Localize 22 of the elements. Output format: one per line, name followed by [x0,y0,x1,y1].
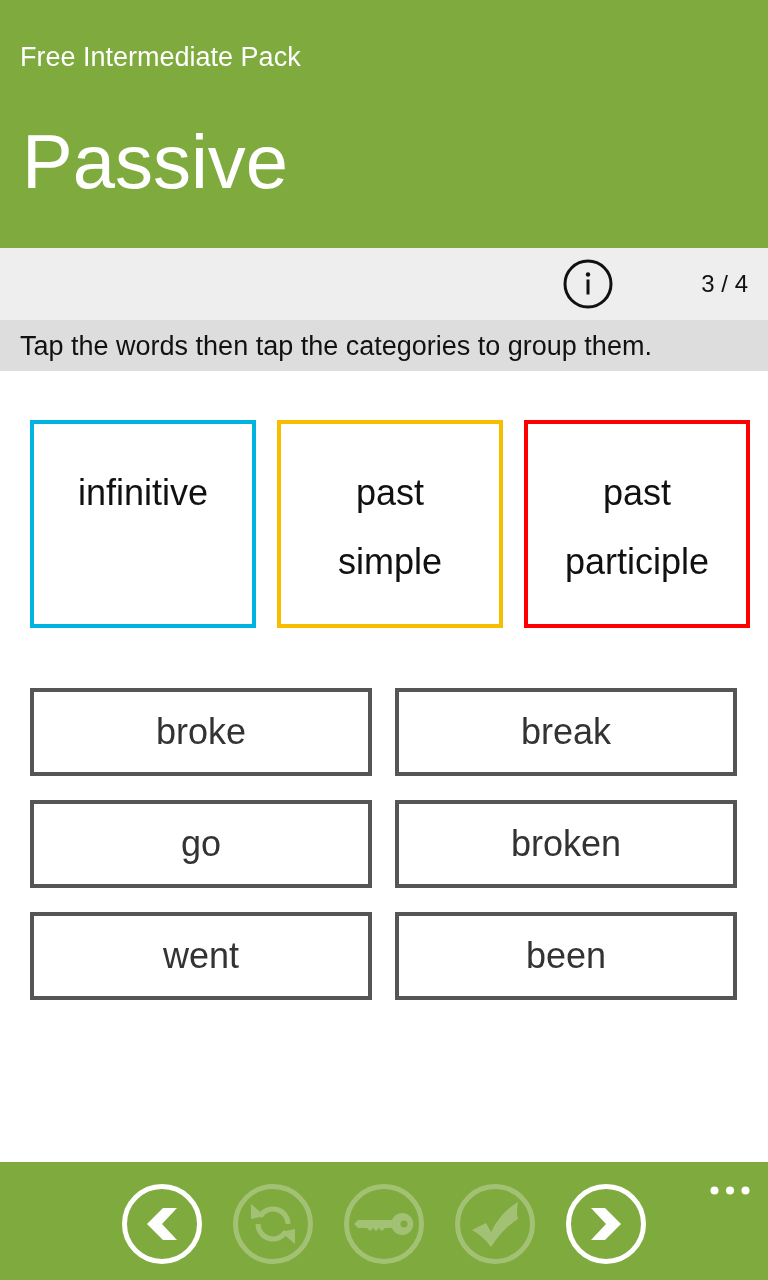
key-icon [354,1212,414,1236]
word-button[interactable]: been [395,912,737,1000]
info-icon [563,259,614,309]
category-button[interactable]: past simple [277,420,503,628]
forward-button[interactable] [566,1184,646,1264]
back-button[interactable] [122,1184,202,1264]
word-button[interactable]: broke [30,688,372,776]
checkmark-icon [471,1201,519,1247]
info-button[interactable] [563,259,614,309]
page-title: Passive [22,118,289,206]
chevron-right-icon [591,1208,621,1240]
pack-name: Free Intermediate Pack [20,41,301,74]
instruction-text: Tap the words then tap the categories to group them. [20,329,652,363]
word-button[interactable]: went [30,912,372,1000]
word-button[interactable]: go [30,800,372,888]
word-button[interactable]: break [395,688,737,776]
word-button[interactable]: broken [395,800,737,888]
more-icon [710,1186,750,1195]
progress-counter: 3 / 4 [701,269,748,299]
category-button[interactable]: past participle [524,420,750,628]
category-button[interactable]: infinitive [30,420,256,628]
chevron-left-icon [147,1208,177,1240]
